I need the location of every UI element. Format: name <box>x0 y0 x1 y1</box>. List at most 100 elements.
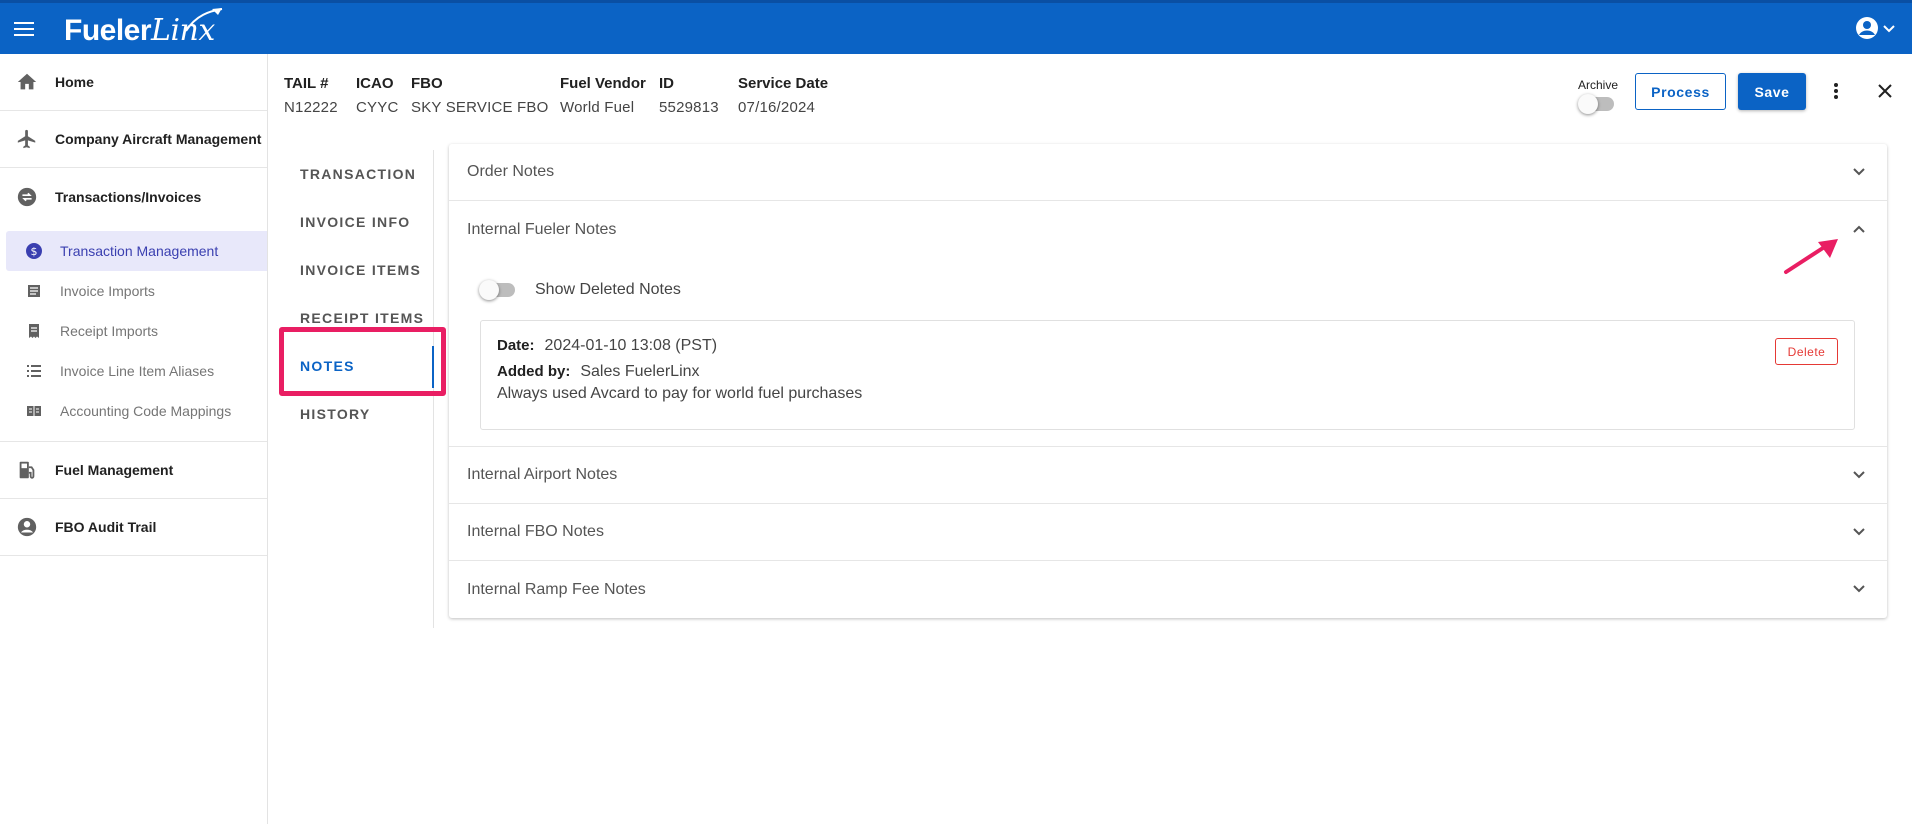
field-value: CYYC <box>356 99 399 116</box>
sidebar-item-label: Invoice Imports <box>60 283 155 299</box>
panel-title: Internal Fueler Notes <box>467 220 617 238</box>
tab-history[interactable]: HISTORY <box>282 390 433 438</box>
process-button[interactable]: Process <box>1635 73 1726 110</box>
panel-title: Order Notes <box>467 163 555 180</box>
fuel-pump-icon <box>16 459 38 481</box>
sidebar: Home Company Aircraft Management Transac… <box>0 54 268 824</box>
account-circle-icon <box>1856 17 1895 39</box>
show-deleted-row: Show Deleted Notes <box>479 272 1857 308</box>
sidebar-item-fuel-management[interactable]: Fuel Management <box>0 442 267 499</box>
sidebar-item-label: FBO Audit Trail <box>55 519 157 535</box>
sidebar-item-label: Fuel Management <box>55 462 174 478</box>
chevron-down-icon <box>1853 585 1865 593</box>
sidebar-item-label: Invoice Line Item Aliases <box>60 363 215 379</box>
panel-title: Internal Ramp Fee Notes <box>467 580 646 598</box>
field-value: 5529813 <box>659 99 719 116</box>
account-circle-icon <box>16 516 38 538</box>
top-app-bar: FuelerLinx <box>0 0 1912 54</box>
home-icon <box>16 71 38 93</box>
more-vert-icon[interactable] <box>1828 80 1844 102</box>
field-value: World Fuel <box>560 99 635 116</box>
document-icon <box>26 283 42 299</box>
menu-icon[interactable] <box>14 22 34 36</box>
show-deleted-toggle[interactable] <box>479 280 515 300</box>
delete-note-button[interactable]: Delete <box>1775 338 1838 365</box>
note-card: Date: 2024-01-10 13:08 (PST) Added by: Sal… <box>480 320 1855 430</box>
sidebar-item-transaction-management[interactable]: $ Transaction Management <box>6 231 267 271</box>
header-field-tail: TAIL # N12222 <box>284 75 338 116</box>
app-logo[interactable]: FuelerLinx <box>64 8 223 48</box>
field-label: FBO <box>411 75 443 92</box>
close-icon[interactable] <box>1876 82 1894 100</box>
airplane-icon <box>16 128 38 150</box>
panel-internal-fueler-notes: Internal Fueler Notes Show Deleted Notes… <box>449 201 1887 447</box>
tab-notes[interactable]: NOTES <box>282 342 434 390</box>
airplane-swoosh-icon <box>185 8 223 32</box>
field-label: Fuel Vendor <box>560 75 646 92</box>
sidebar-item-transactions-invoices[interactable]: Transactions/Invoices <box>0 168 267 225</box>
sidebar-item-label: Company Aircraft Management <box>55 131 262 147</box>
chevron-up-icon <box>1853 225 1865 233</box>
panel-internal-fbo-notes-header[interactable]: Internal FBO Notes <box>449 504 1887 561</box>
panel-internal-fueler-notes-header[interactable]: Internal Fueler Notes <box>449 201 1887 258</box>
panel-internal-airport-notes-header[interactable]: Internal Airport Notes <box>449 447 1887 504</box>
panel-body: Show Deleted Notes Date: 2024-01-10 13:08… <box>449 272 1887 446</box>
header-field-fuel-vendor: Fuel Vendor World Fuel <box>560 75 646 116</box>
note-added-by-label: Added by: <box>497 363 571 380</box>
field-label: ID <box>659 75 674 92</box>
header-field-icao: ICAO CYYC <box>356 75 398 116</box>
archive-label: Archive <box>1578 78 1619 92</box>
receipt-icon <box>26 323 42 339</box>
chevron-down-icon <box>1853 528 1865 536</box>
swap-icon <box>16 186 38 208</box>
header-field-id: ID 5529813 <box>659 75 719 116</box>
section-tabs: TRANSACTION INVOICE INFO INVOICE ITEMS R… <box>282 150 434 628</box>
sidebar-item-label: Transaction Management <box>60 243 219 259</box>
note-text: Always used Avcard to pay for world fuel… <box>497 385 863 402</box>
sidebar-item-company-aircraft[interactable]: Company Aircraft Management <box>0 111 267 168</box>
panel-order-notes-header[interactable]: Order Notes <box>449 144 1887 201</box>
header-field-fbo: FBO SKY SERVICE FBO <box>411 75 549 116</box>
sidebar-item-invoice-imports[interactable]: Invoice Imports <box>6 271 267 311</box>
field-value: 07/16/2024 <box>738 99 816 116</box>
sidebar-item-label: Home <box>55 74 94 90</box>
sidebar-item-label: Accounting Code Mappings <box>60 403 232 419</box>
svg-text:$: $ <box>31 245 38 258</box>
list-icon <box>26 363 42 379</box>
field-label: Service Date <box>738 75 829 92</box>
note-added-by-value: Sales FuelerLinx <box>580 363 700 380</box>
save-button[interactable]: Save <box>1738 73 1806 110</box>
field-value: N12222 <box>284 99 338 116</box>
note-added-by-line: Added by: Sales FuelerLinx <box>497 363 1838 381</box>
header-field-service-date: Service Date 07/16/2024 <box>738 75 828 116</box>
field-label: TAIL # <box>284 75 329 92</box>
book-icon <box>26 403 42 419</box>
tab-invoice-info[interactable]: INVOICE INFO <box>282 198 433 246</box>
tab-receipt-items[interactable]: RECEIPT ITEMS <box>282 294 433 342</box>
sidebar-item-label: Receipt Imports <box>60 323 159 339</box>
sidebar-item-receipt-imports[interactable]: Receipt Imports <box>6 311 267 351</box>
sidebar-item-accounting-code-mappings[interactable]: Accounting Code Mappings <box>6 391 267 431</box>
sidebar-item-invoice-line-item-aliases[interactable]: Invoice Line Item Aliases <box>6 351 267 391</box>
tab-invoice-items[interactable]: INVOICE ITEMS <box>282 246 433 294</box>
field-value: SKY SERVICE FBO <box>411 99 549 116</box>
dollar-circle-icon: $ <box>26 243 42 259</box>
archive-control: Archive <box>1578 78 1624 114</box>
chevron-down-icon <box>1853 471 1865 479</box>
sidebar-item-home[interactable]: Home <box>0 54 267 111</box>
sidebar-item-fbo-audit-trail[interactable]: FBO Audit Trail <box>0 499 267 556</box>
note-date-value: 2024-01-10 13:08 (PST) <box>544 337 718 354</box>
panel-title: Internal FBO Notes <box>467 523 604 540</box>
transactions-sub-list: $ Transaction Management Invoice Imports… <box>0 225 267 442</box>
panel-title: Internal Airport Notes <box>467 466 618 483</box>
tab-transaction[interactable]: TRANSACTION <box>282 150 433 198</box>
notes-panels: Order Notes Internal Fueler Notes Show D… <box>449 144 1887 618</box>
panel-internal-ramp-fee-notes-header[interactable]: Internal Ramp Fee Notes <box>449 561 1887 618</box>
sidebar-item-label: Transactions/Invoices <box>55 188 202 205</box>
note-date-line: Date: 2024-01-10 13:08 (PST) <box>497 337 1838 355</box>
note-date-label: Date: <box>497 337 535 354</box>
archive-toggle[interactable] <box>1578 94 1614 114</box>
chevron-down-icon <box>1853 168 1865 176</box>
account-menu-button[interactable] <box>1854 15 1898 43</box>
show-deleted-label: Show Deleted Notes <box>535 281 681 298</box>
